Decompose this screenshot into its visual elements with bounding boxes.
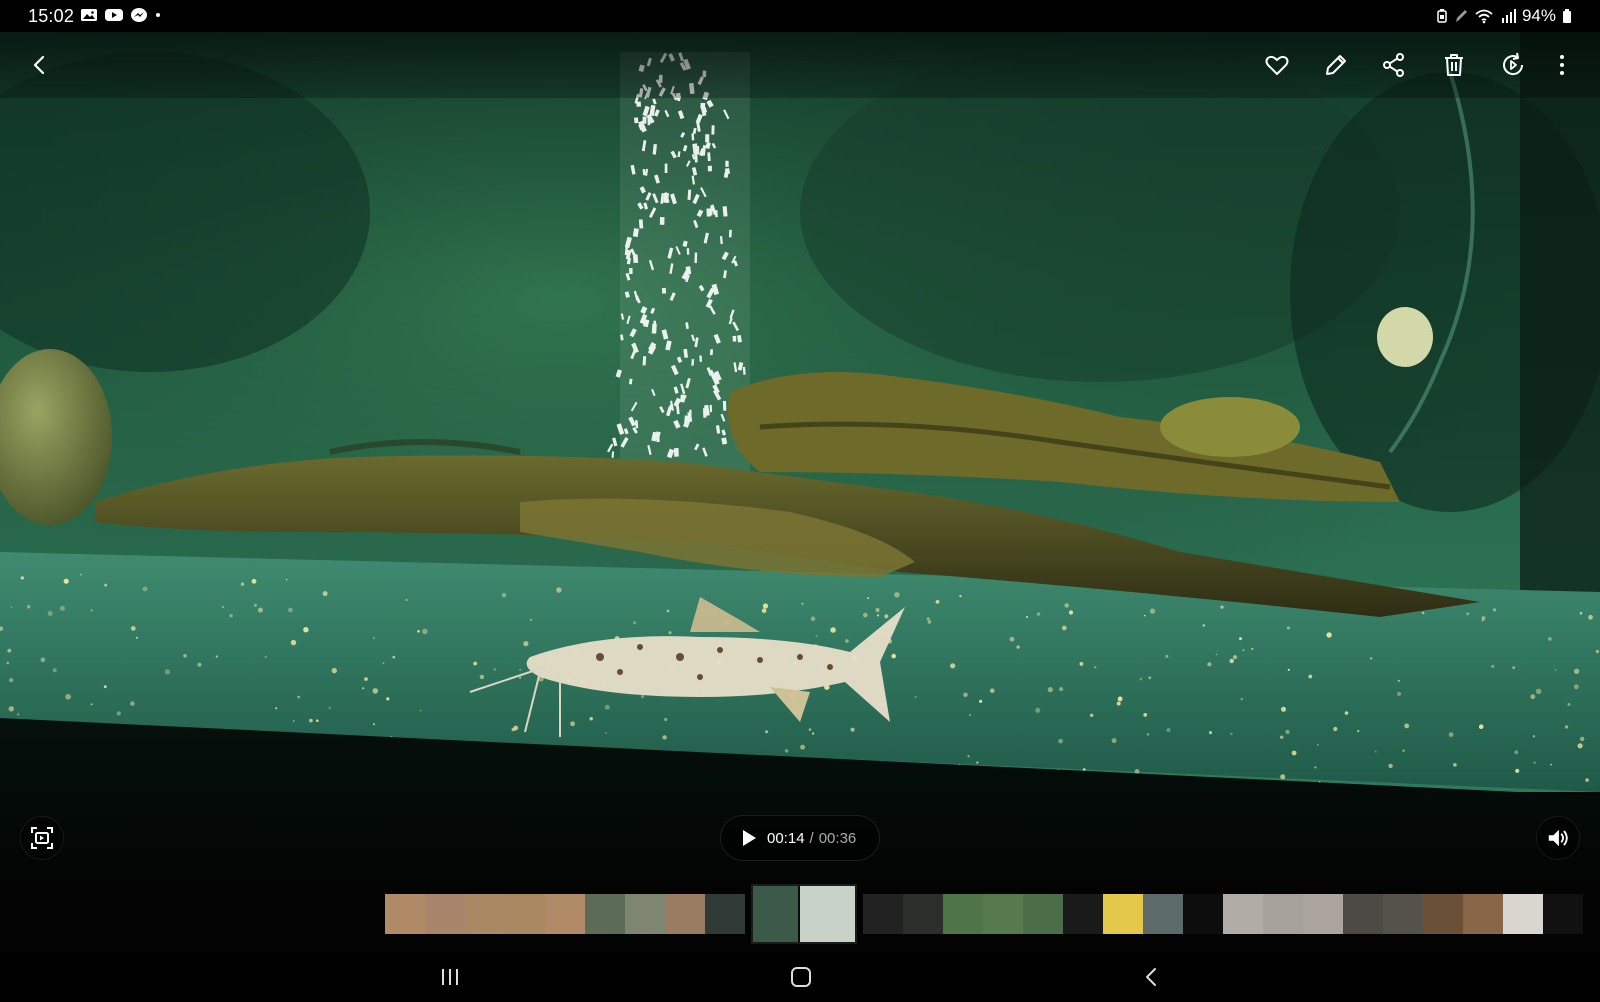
capture-frame-icon	[31, 827, 53, 849]
share-button[interactable]	[1370, 41, 1418, 89]
filmstrip-thumb[interactable]	[1543, 894, 1583, 934]
edit-button[interactable]	[1312, 41, 1360, 89]
filmstrip-thumb[interactable]	[425, 894, 465, 934]
filmstrip-thumb[interactable]	[1143, 894, 1183, 934]
wifi-icon	[1474, 8, 1494, 24]
filmstrip-thumb[interactable]	[1343, 894, 1383, 934]
gallery-notification-icon	[80, 7, 98, 23]
filmstrip-thumb[interactable]	[1023, 894, 1063, 934]
playback-control[interactable]: 00:14 / 00:36	[720, 815, 880, 861]
filmstrip-thumb[interactable]	[385, 894, 425, 934]
more-notifications-dot-icon	[154, 7, 162, 23]
filmstrip-thumb[interactable]	[1103, 894, 1143, 934]
favorite-button[interactable]	[1253, 41, 1301, 89]
messenger-notification-icon	[130, 7, 148, 23]
youtube-notification-icon	[104, 7, 124, 23]
volume-button[interactable]	[1536, 816, 1580, 860]
system-status-icons: 94%	[1436, 6, 1572, 26]
favorite-heart-icon	[1265, 55, 1289, 75]
status-bar: 15:02 94%	[0, 0, 1600, 32]
recents-button[interactable]	[430, 962, 470, 992]
filmstrip-thumb[interactable]	[1383, 894, 1423, 934]
filmstrip-thumb[interactable]	[585, 894, 625, 934]
pen-icon	[1454, 8, 1468, 24]
notification-icons	[80, 7, 162, 23]
filmstrip-thumb[interactable]	[903, 894, 943, 934]
back-button[interactable]	[16, 41, 64, 89]
filmstrip-thumb[interactable]	[1463, 894, 1503, 934]
nav-back-button[interactable]	[1132, 962, 1172, 992]
more-options-button[interactable]	[1538, 41, 1586, 89]
volume-icon	[1548, 829, 1568, 847]
filmstrip-thumb[interactable]	[465, 894, 505, 934]
battery-saver-icon	[1436, 8, 1448, 24]
home-button[interactable]	[781, 962, 821, 992]
delete-trash-icon	[1445, 54, 1463, 76]
recents-icon	[442, 969, 458, 985]
edit-pencil-icon	[1326, 55, 1346, 75]
battery-percent: 94%	[1521, 6, 1556, 25]
rotate-video-icon	[1503, 52, 1524, 76]
filmstrip-thumb[interactable]	[625, 894, 665, 934]
filmstrip-thumb[interactable]	[1303, 894, 1343, 934]
delete-button[interactable]	[1430, 41, 1478, 89]
rotate-video-button[interactable]	[1489, 41, 1537, 89]
filmstrip-thumb[interactable]	[1423, 894, 1463, 934]
nav-back-icon	[1146, 968, 1156, 986]
viewer-toolbar	[0, 32, 1600, 98]
status-time: 15:02	[28, 6, 75, 26]
back-icon	[33, 55, 45, 75]
video-viewer[interactable]	[0, 32, 1600, 952]
filmstrip-thumb[interactable]	[505, 894, 545, 934]
share-icon	[1383, 53, 1404, 77]
play-icon[interactable]	[741, 829, 757, 847]
current-time: 00:14	[767, 829, 805, 847]
capture-frame-button[interactable]	[20, 816, 64, 860]
video-frame	[0, 32, 1600, 952]
home-icon	[791, 967, 811, 987]
more-options-icon	[1560, 55, 1564, 75]
filmstrip-thumb[interactable]	[1063, 894, 1103, 934]
filmstrip-thumb[interactable]	[1263, 894, 1303, 934]
time-separator: /	[809, 829, 814, 847]
signal-icon	[1500, 8, 1516, 24]
total-duration: 00:36	[818, 829, 857, 847]
filmstrip-thumb[interactable]	[1183, 894, 1223, 934]
filmstrip-thumb[interactable]	[983, 894, 1023, 934]
filmstrip-thumb[interactable]	[665, 894, 705, 934]
navigation-bar	[0, 952, 1600, 1002]
filmstrip-thumb[interactable]	[705, 894, 745, 934]
filmstrip-thumb[interactable]	[943, 894, 983, 934]
filmstrip-thumb[interactable]	[1503, 894, 1543, 934]
filmstrip-current-thumb[interactable]	[751, 884, 857, 944]
battery-icon	[1562, 8, 1572, 24]
filmstrip-thumb[interactable]	[1223, 894, 1263, 934]
filmstrip[interactable]	[0, 880, 1600, 952]
filmstrip-thumb[interactable]	[863, 894, 903, 934]
filmstrip-thumb[interactable]	[545, 894, 585, 934]
